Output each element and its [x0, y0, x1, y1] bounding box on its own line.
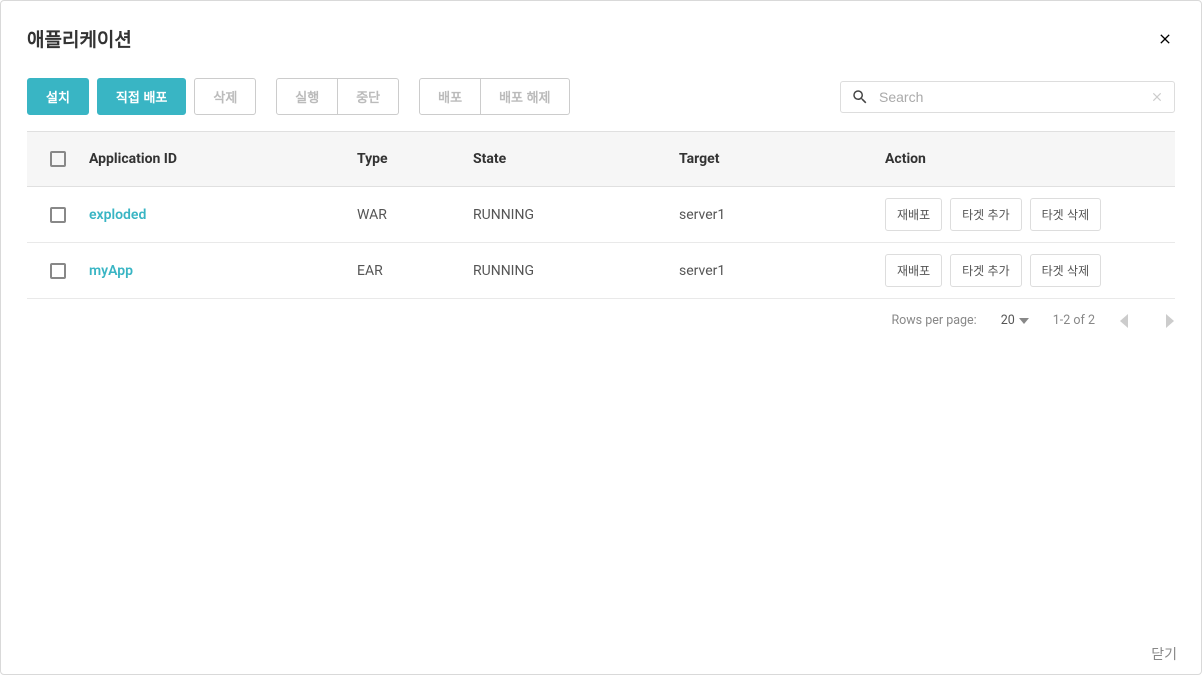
rows-per-page-selector[interactable]: 20 [1001, 313, 1029, 328]
cell-type: EAR [357, 263, 473, 279]
deploy-undeploy-group: 배포 배포 해제 [419, 78, 569, 115]
redeploy-button[interactable]: 재배포 [885, 198, 942, 231]
add-target-button[interactable]: 타겟 추가 [950, 254, 1022, 287]
rows-per-page-value: 20 [1001, 313, 1015, 328]
run-button[interactable]: 실행 [276, 78, 338, 115]
search-box[interactable] [840, 81, 1175, 113]
cell-state: RUNNING [473, 207, 679, 223]
action-buttons: 재배포 타겟 추가 타겟 삭제 [885, 254, 1175, 287]
close-button[interactable]: 닫기 [1127, 634, 1201, 674]
next-page-icon[interactable] [1165, 314, 1175, 328]
close-icon[interactable] [1155, 29, 1175, 49]
header-action: Action [885, 151, 1175, 167]
direct-deploy-button[interactable]: 직접 배포 [97, 78, 186, 115]
application-modal: 애플리케이션 설치 직접 배포 삭제 실행 중단 배포 배포 해제 Applic… [0, 0, 1202, 675]
table-row: exploded WAR RUNNING server1 재배포 타겟 추가 타… [27, 187, 1175, 243]
pagination: Rows per page: 20 1-2 of 2 [1, 299, 1201, 328]
page-nav [1119, 314, 1175, 328]
modal-title: 애플리케이션 [27, 25, 132, 52]
add-target-button[interactable]: 타겟 추가 [950, 198, 1022, 231]
search-icon [851, 88, 869, 106]
cell-target: server1 [679, 263, 885, 279]
toolbar: 설치 직접 배포 삭제 실행 중단 배포 배포 해제 [1, 62, 1201, 131]
row-checkbox[interactable] [50, 207, 66, 223]
cell-type: WAR [357, 207, 473, 223]
app-id-link[interactable]: myApp [89, 263, 133, 279]
delete-target-button[interactable]: 타겟 삭제 [1030, 198, 1102, 231]
header-state: State [473, 151, 679, 167]
redeploy-button[interactable]: 재배포 [885, 254, 942, 287]
action-buttons: 재배포 타겟 추가 타겟 삭제 [885, 198, 1175, 231]
prev-page-icon[interactable] [1119, 314, 1129, 328]
delete-button[interactable]: 삭제 [194, 78, 256, 115]
search-input[interactable] [879, 89, 1150, 105]
install-button[interactable]: 설치 [27, 78, 89, 115]
delete-target-button[interactable]: 타겟 삭제 [1030, 254, 1102, 287]
stop-button[interactable]: 중단 [338, 78, 399, 115]
header-type: Type [357, 151, 473, 167]
application-table: Application ID Type State Target Action … [1, 131, 1201, 299]
table-row: myApp EAR RUNNING server1 재배포 타겟 추가 타겟 삭… [27, 243, 1175, 299]
table-header-row: Application ID Type State Target Action [27, 131, 1175, 187]
header-app-id: Application ID [89, 151, 357, 167]
cell-state: RUNNING [473, 263, 679, 279]
select-all-checkbox[interactable] [50, 151, 66, 167]
cell-target: server1 [679, 207, 885, 223]
undeploy-button[interactable]: 배포 해제 [481, 78, 569, 115]
row-checkbox[interactable] [50, 263, 66, 279]
header-target: Target [679, 151, 885, 167]
clear-search-icon[interactable] [1150, 90, 1164, 104]
rows-per-page-label: Rows per page: [891, 313, 976, 328]
deploy-button[interactable]: 배포 [419, 78, 481, 115]
pagination-range: 1-2 of 2 [1053, 313, 1095, 328]
app-id-link[interactable]: exploded [89, 207, 146, 223]
chevron-down-icon [1019, 318, 1029, 324]
modal-header: 애플리케이션 [1, 1, 1201, 62]
run-stop-group: 실행 중단 [276, 78, 399, 115]
